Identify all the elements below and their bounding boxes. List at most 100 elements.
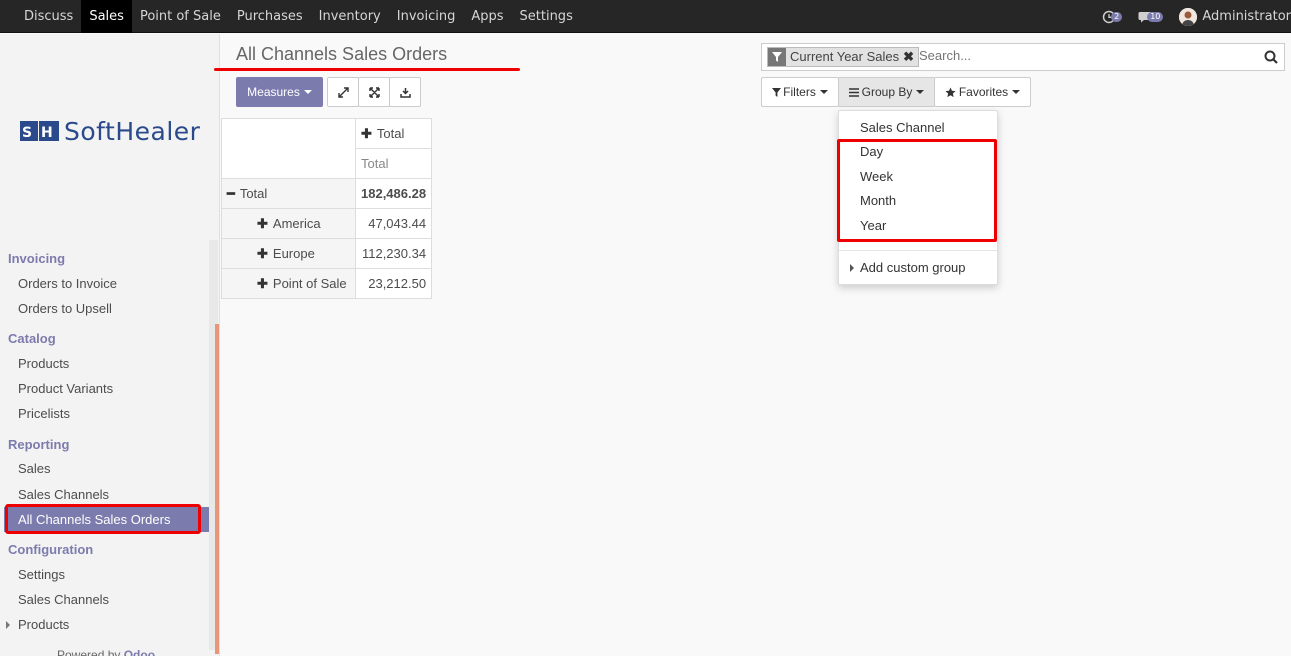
search-icon[interactable] (1264, 50, 1278, 68)
minus-icon: ━ (227, 185, 235, 201)
activities-button[interactable]: 2 (1102, 10, 1123, 24)
caret-down-icon (303, 90, 312, 94)
sidebar-scroll-indicator (215, 324, 219, 654)
logo-text: SoftHealer (64, 116, 201, 146)
pivot-row-point-of-sale[interactable]: ✚ Point of Sale (221, 268, 356, 299)
filter-icon (768, 48, 786, 66)
sidebar-item-sales-channels[interactable]: Sales Channels (18, 487, 109, 502)
filters-button[interactable]: Filters (761, 77, 839, 107)
groupby-button[interactable]: Group By (838, 77, 935, 107)
svg-text:H: H (41, 125, 53, 141)
menu-inventory[interactable]: Inventory (311, 0, 389, 33)
add-custom-group[interactable]: Add custom group (860, 260, 966, 275)
search-input[interactable] (919, 48, 1239, 63)
download-button[interactable] (389, 77, 421, 107)
pivot-row-label: America (272, 215, 321, 231)
menu-invoicing[interactable]: Invoicing (389, 0, 464, 33)
expand-all-button[interactable] (358, 77, 390, 107)
measures-label: Measures (247, 85, 300, 99)
messages-button[interactable]: 10 (1138, 11, 1164, 23)
sidebar-item-pricelists[interactable]: Pricelists (18, 406, 70, 421)
pivot-row-america[interactable]: ✚ America (221, 208, 356, 239)
pivot-cell[interactable]: 47,043.44 (354, 208, 433, 239)
search-facet[interactable]: Current Year Sales ✖ (767, 47, 920, 67)
menu-sales[interactable]: Sales (81, 0, 132, 33)
expand-all-icon (368, 86, 380, 98)
annotation-box-groupby-options (837, 139, 997, 242)
caret-down-icon (819, 90, 828, 94)
download-icon (399, 87, 411, 98)
sidebar-item-product-variants[interactable]: Product Variants (18, 381, 113, 396)
pivot-col-header[interactable]: ✚ Total (354, 118, 433, 149)
pivot-row-europe[interactable]: ✚ Europe (221, 238, 356, 269)
plus-icon: ✚ (257, 215, 268, 231)
messages-count-badge: 10 (1147, 11, 1164, 22)
sidebar-section-reporting: Reporting (8, 437, 70, 452)
sidebar-item-orders-to-invoice[interactable]: Orders to Invoice (18, 276, 117, 291)
star-icon (945, 86, 956, 97)
powered-by: Powered by Odoo (57, 648, 155, 656)
pivot-row-total[interactable]: ━ Total (221, 178, 356, 209)
systray: 2 10 Administrator (1102, 0, 1291, 33)
expand-arrows-icon (337, 86, 349, 98)
menu-apps[interactable]: Apps (463, 0, 511, 33)
sidebar-item-config-sales-channels[interactable]: Sales Channels (18, 592, 109, 607)
menu-settings[interactable]: Settings (512, 0, 581, 33)
flip-axis-button[interactable] (327, 77, 359, 107)
facet-label: Current Year Sales (790, 49, 900, 64)
sidebar-item-settings[interactable]: Settings (18, 567, 65, 582)
user-avatar-icon (1179, 7, 1198, 26)
favorites-button[interactable]: Favorites (934, 77, 1031, 107)
caret-right-icon (6, 621, 10, 629)
measures-button[interactable]: Measures (236, 77, 323, 107)
page-title: All Channels Sales Orders (236, 44, 448, 64)
plus-icon: ✚ (361, 125, 372, 141)
caret-right-icon (850, 264, 854, 272)
caret-down-icon (1012, 90, 1021, 94)
pivot-row-total-label: Total (239, 185, 268, 201)
pivot-col-header-label: Total (376, 125, 405, 141)
pivot-corner (221, 118, 356, 179)
plus-icon: ✚ (257, 245, 268, 261)
menu-discuss[interactable]: Discuss (16, 0, 81, 33)
powered-prefix: Powered by (57, 648, 121, 656)
softhealer-logo-icon: S H (20, 121, 59, 141)
pivot-cell-total[interactable]: 182,486.28 (354, 178, 433, 209)
powered-brand-link[interactable]: Odoo (124, 648, 155, 656)
pivot-cell[interactable]: 23,212.50 (354, 268, 433, 299)
avatar[interactable] (1179, 7, 1198, 26)
sidebar-section-configuration: Configuration (8, 542, 94, 557)
annotation-underline-title (214, 68, 520, 71)
list-icon (848, 87, 859, 97)
facet-remove-icon[interactable]: ✖ (903, 48, 918, 66)
caret-down-icon (916, 90, 925, 94)
filter-icon (772, 87, 782, 97)
sidebar-item-config-products[interactable]: Products (18, 617, 69, 632)
annotation-box-menu-item (5, 504, 201, 534)
pivot-measure-header: Total (354, 148, 433, 179)
sidebar-item-products[interactable]: Products (18, 356, 69, 371)
plus-icon: ✚ (257, 275, 268, 291)
groupby-option-sales-channel[interactable]: Sales Channel (860, 120, 945, 135)
menu-purchases[interactable]: Purchases (229, 0, 311, 33)
sidebar: S H SoftHealer Invoicing Orders to Invoi… (0, 34, 220, 656)
groupby-label: Group By (861, 85, 913, 99)
user-name[interactable]: Administrator (1202, 9, 1291, 24)
activities-count-badge: 2 (1111, 11, 1123, 22)
pivot-table: ✚ Total Total ━ Total 182,486.28 ✚ America … (221, 118, 433, 299)
sidebar-item-sales[interactable]: Sales (18, 461, 51, 476)
menu-point-of-sale[interactable]: Point of Sale (132, 0, 229, 33)
pivot-cell[interactable]: 112,230.34 (354, 238, 433, 269)
app-menu: Discuss Sales Point of Sale Purchases In… (16, 0, 581, 33)
favorites-label: Favorites (958, 85, 1009, 99)
filters-label: Filters (783, 85, 816, 99)
top-navbar: Discuss Sales Point of Sale Purchases In… (0, 0, 1291, 33)
search-box: Current Year Sales ✖ (761, 43, 1285, 71)
dropdown-divider (839, 250, 997, 251)
pivot-row-label: Point of Sale (272, 275, 347, 291)
svg-text:S: S (22, 125, 32, 141)
pivot-row-label: Europe (272, 245, 315, 261)
sidebar-section-invoicing: Invoicing (8, 251, 66, 266)
company-logo: S H SoftHealer (20, 116, 201, 146)
sidebar-item-orders-to-upsell[interactable]: Orders to Upsell (18, 301, 112, 316)
